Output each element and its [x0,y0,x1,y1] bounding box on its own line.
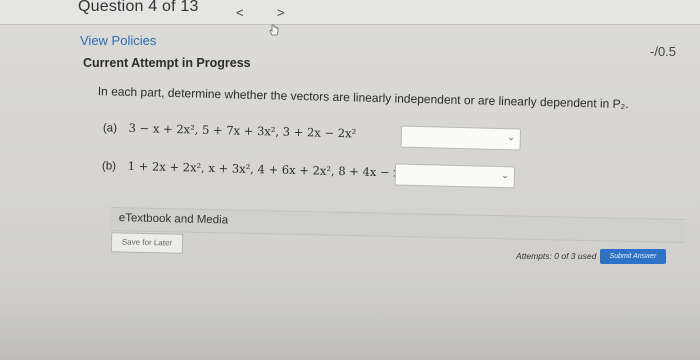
save-for-later-button[interactable]: Save for Later [110,232,184,254]
header-divider [0,24,700,25]
hand-cursor-icon [269,24,279,36]
attempts-counter: Attempts: 0 of 3 used [516,251,597,261]
chevron-right-icon[interactable]: > [277,5,285,20]
part-b-expression: 1 + 2x + 2x², x + 3x², 4 + 6x + 2x², 8 +… [127,158,405,180]
part-b-row: (b) 1 + 2x + 2x², x + 3x², 4 + 6x + 2x²,… [101,158,405,180]
part-a-label: (a) [102,122,118,135]
part-a-row: (a) 3 − x + 2x², 5 + 7x + 3x², 3 + 2x − … [102,120,357,141]
part-a-expression: 3 − x + 2x², 5 + 7x + 3x², 3 + 2x − 2x² [128,120,357,141]
part-a-answer-select[interactable]: ⌄ [400,125,522,151]
part-b-answer-select[interactable]: ⌄ [394,163,516,189]
chevron-down-icon: ⌄ [501,170,510,181]
question-content: In each part, determine whether the vect… [87,84,652,298]
question-counter: Question 4 of 13 [78,0,199,15]
question-instructions: In each part, determine whether the vect… [97,84,629,112]
attempt-status: Current Attempt in Progress [83,56,251,70]
view-policies-link[interactable]: View Policies [80,33,156,48]
chevron-left-icon[interactable]: < [236,5,244,20]
chevron-down-icon: ⌄ [507,132,515,143]
score-display: -/0.5 [650,44,677,59]
part-b-label: (b) [101,160,117,173]
submit-answer-button[interactable]: Submit Answer [600,249,666,264]
bottom-shadow [0,300,700,360]
etextbook-label: eTextbook and Media [118,212,229,227]
assignment-screen: Question 4 of 13 < > View Policies -/0.5… [0,0,700,360]
